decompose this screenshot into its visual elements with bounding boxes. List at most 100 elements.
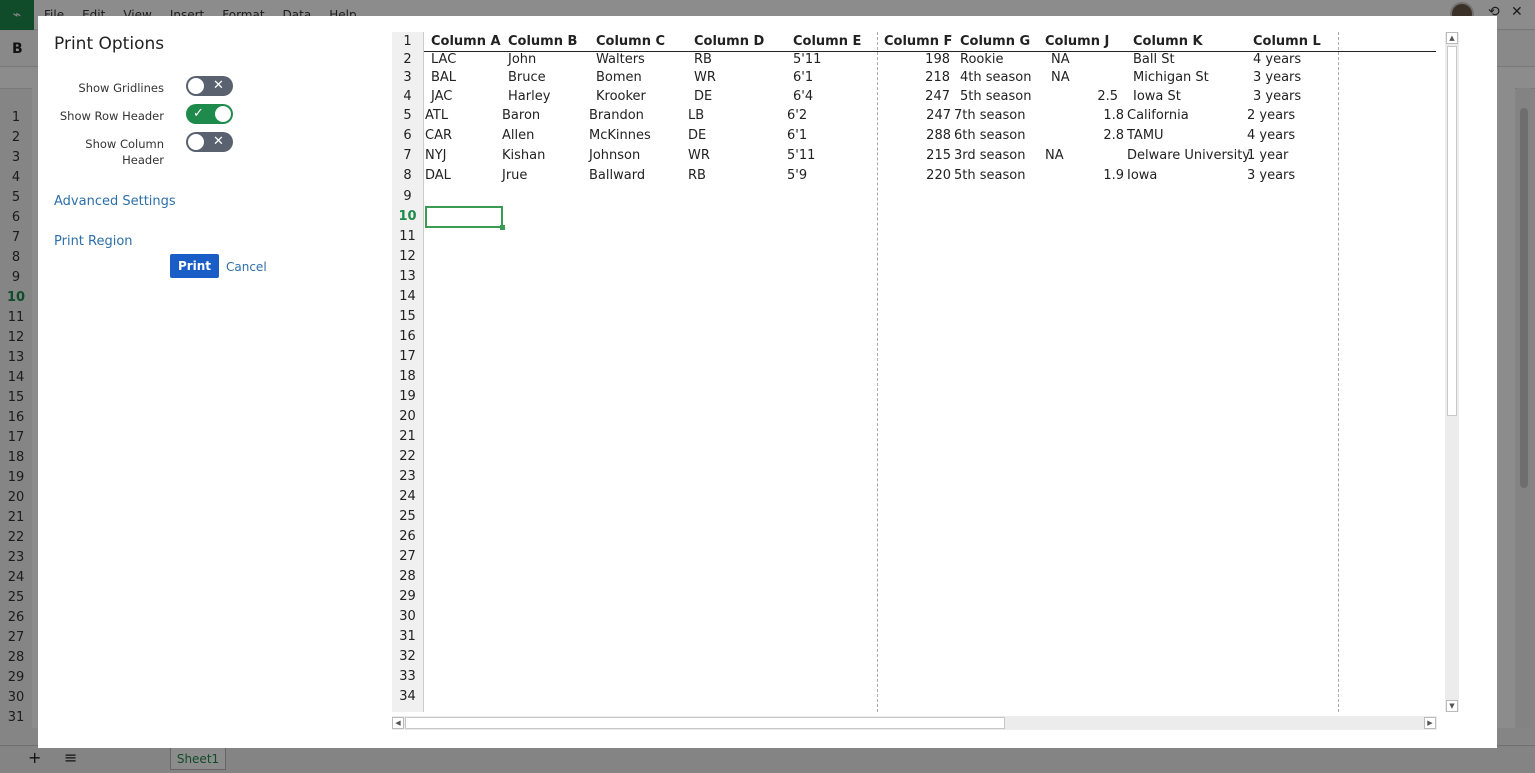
table-cell[interactable]: Walters [596, 52, 645, 67]
table-cell[interactable]: John [508, 52, 536, 67]
table-cell[interactable]: 198 [870, 52, 950, 67]
table-cell[interactable]: DE [694, 89, 712, 104]
table-cell[interactable]: Delware University [1127, 148, 1250, 163]
table-cell[interactable]: 4 years [1253, 52, 1301, 67]
row-number[interactable]: 4 [392, 89, 423, 104]
scroll-up-icon[interactable]: ▲ [1446, 32, 1458, 44]
advanced-settings-link[interactable]: Advanced Settings [54, 194, 176, 209]
row-number[interactable]: 8 [392, 168, 423, 183]
table-cell[interactable]: NYJ [425, 148, 447, 163]
row-number[interactable]: 26 [392, 529, 423, 544]
row-number[interactable]: 24 [392, 489, 423, 504]
table-cell[interactable]: 1.8 [1044, 108, 1124, 123]
table-cell[interactable]: DE [688, 128, 706, 143]
table-cell[interactable]: 215 [871, 148, 951, 163]
table-cell[interactable]: 4th season [960, 70, 1031, 85]
table-cell[interactable]: RB [694, 52, 712, 67]
row-number[interactable]: 1 [392, 34, 423, 49]
table-cell[interactable]: 2.8 [1044, 128, 1124, 143]
table-cell[interactable]: 1 year [1247, 148, 1288, 163]
table-cell[interactable]: NA [1051, 70, 1070, 85]
table-cell[interactable]: McKinnes [589, 128, 651, 143]
table-cell[interactable]: 6th season [954, 128, 1025, 143]
table-cell[interactable]: JAC [431, 89, 452, 104]
print-region-link[interactable]: Print Region [54, 234, 133, 249]
scroll-left-icon[interactable]: ◀ [392, 717, 404, 729]
row-number[interactable]: 18 [392, 369, 423, 384]
table-cell[interactable]: 5th season [954, 168, 1025, 183]
row-number[interactable]: 12 [392, 249, 423, 264]
table-cell[interactable]: ATL [425, 108, 448, 123]
show-gridlines-toggle[interactable]: ✕ [186, 76, 233, 96]
table-cell[interactable]: 1.9 [1044, 168, 1124, 183]
table-cell[interactable]: Allen [502, 128, 534, 143]
table-cell[interactable]: Iowa St [1133, 89, 1181, 104]
table-cell[interactable]: Ballward [589, 168, 645, 183]
table-cell[interactable]: NA [1051, 52, 1070, 67]
row-number[interactable]: 20 [392, 409, 423, 424]
table-cell[interactable]: 218 [870, 70, 950, 85]
row-number[interactable]: 25 [392, 509, 423, 524]
table-cell[interactable]: 3rd season [954, 148, 1025, 163]
table-cell[interactable]: Bruce [508, 70, 546, 85]
row-number[interactable]: 31 [392, 629, 423, 644]
row-number[interactable]: 30 [392, 609, 423, 624]
row-number[interactable]: 9 [392, 189, 423, 204]
table-cell[interactable]: CAR [425, 128, 452, 143]
row-number[interactable]: 29 [392, 589, 423, 604]
table-cell[interactable]: Michigan St [1133, 70, 1209, 85]
table-cell[interactable]: Rookie [960, 52, 1004, 67]
row-number[interactable]: 23 [392, 469, 423, 484]
row-number[interactable]: 5 [392, 108, 423, 123]
selected-cell[interactable] [425, 206, 505, 230]
row-number[interactable]: 14 [392, 289, 423, 304]
table-cell[interactable]: 4 years [1247, 128, 1295, 143]
table-cell[interactable]: 5'11 [787, 148, 815, 163]
table-cell[interactable]: Ball St [1133, 52, 1175, 67]
table-cell[interactable]: BAL [431, 70, 456, 85]
table-cell[interactable]: 6'4 [793, 89, 813, 104]
table-cell[interactable]: LB [688, 108, 704, 123]
table-cell[interactable]: 6'2 [787, 108, 807, 123]
row-number[interactable]: 32 [392, 649, 423, 664]
table-cell[interactable]: 3 years [1247, 168, 1295, 183]
show-column-header-toggle[interactable]: ✕ [186, 132, 233, 152]
table-cell[interactable]: 3 years [1253, 70, 1301, 85]
table-cell[interactable]: 3 years [1253, 89, 1301, 104]
table-cell[interactable]: 247 [870, 89, 950, 104]
row-number[interactable]: 19 [392, 389, 423, 404]
row-number[interactable]: 2 [392, 52, 423, 67]
table-cell[interactable]: 288 [871, 128, 951, 143]
row-number[interactable]: 6 [392, 128, 423, 143]
cancel-button[interactable]: Cancel [226, 260, 267, 274]
table-cell[interactable]: 2.5 [1038, 89, 1118, 104]
preview-horizontal-scrollbar[interactable]: ◀ ▶ [392, 716, 1437, 730]
row-number[interactable]: 15 [392, 309, 423, 324]
row-number[interactable]: 21 [392, 429, 423, 444]
table-cell[interactable]: DAL [425, 168, 451, 183]
scroll-right-icon[interactable]: ▶ [1424, 717, 1436, 729]
table-cell[interactable]: WR [688, 148, 710, 163]
row-number[interactable]: 11 [392, 229, 423, 244]
table-cell[interactable]: Iowa [1127, 168, 1157, 183]
table-cell[interactable]: NA [1045, 148, 1064, 163]
row-number[interactable]: 17 [392, 349, 423, 364]
table-cell[interactable]: WR [694, 70, 716, 85]
table-cell[interactable]: Brandon [589, 108, 644, 123]
table-cell[interactable]: TAMU [1127, 128, 1164, 143]
table-cell[interactable]: Johnson [589, 148, 640, 163]
table-cell[interactable]: 247 [871, 108, 951, 123]
table-cell[interactable]: 2 years [1247, 108, 1295, 123]
table-cell[interactable]: 5'9 [787, 168, 807, 183]
print-button[interactable]: Print [170, 254, 219, 278]
scrollbar-thumb[interactable] [405, 717, 1005, 729]
table-cell[interactable]: California [1127, 108, 1189, 123]
table-cell[interactable]: 5'11 [793, 52, 821, 67]
table-cell[interactable]: Krooker [596, 89, 646, 104]
table-cell[interactable]: 220 [871, 168, 951, 183]
table-cell[interactable]: Kishan [502, 148, 545, 163]
row-number[interactable]: 3 [392, 70, 423, 85]
row-number[interactable]: 16 [392, 329, 423, 344]
table-cell[interactable]: LAC [431, 52, 456, 67]
row-number[interactable]: 27 [392, 549, 423, 564]
